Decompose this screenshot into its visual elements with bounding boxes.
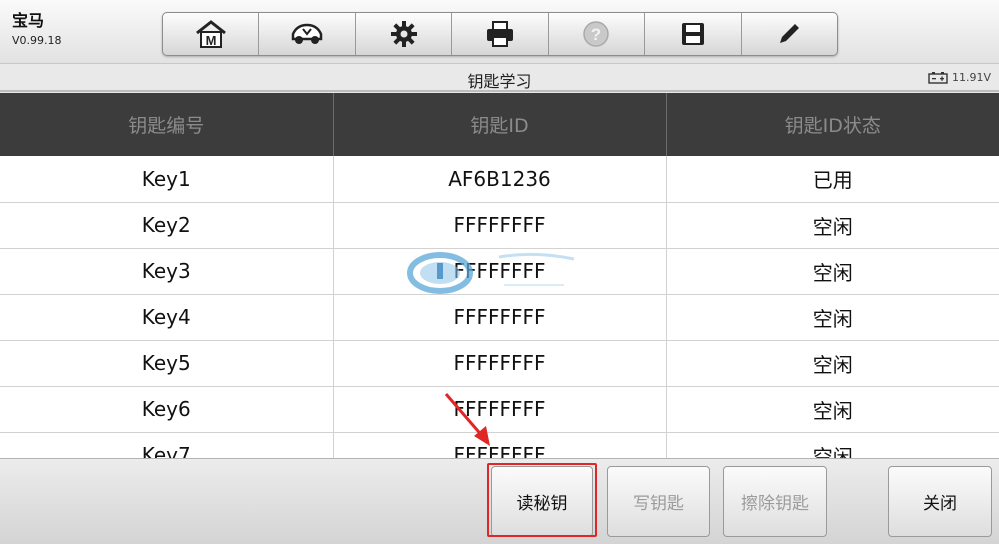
key-number-cell: Key7 — [0, 432, 334, 458]
bottom-action-bar: 读秘钥 写钥匙 擦除钥匙 关闭 — [0, 458, 999, 544]
battery-status: 11.91V — [928, 71, 991, 84]
key-status-cell: 空闲 — [666, 386, 999, 433]
svg-text:M: M — [205, 33, 216, 48]
top-bar: 宝马 V0.99.18 M ? — [0, 0, 999, 64]
key-status-cell: 空闲 — [666, 202, 999, 249]
print-button[interactable] — [452, 13, 549, 55]
help-button[interactable]: ? — [549, 13, 646, 55]
table-row[interactable]: Key4 FFFFFFFF 空闲 — [0, 294, 999, 341]
title-bar: 钥匙学习 11.91V — [0, 64, 999, 92]
car-icon — [291, 23, 323, 44]
key-id-cell: FFFFFFFF — [333, 202, 667, 249]
save-button[interactable] — [645, 13, 742, 55]
key-id-cell: FFFFFFFF — [333, 248, 667, 295]
key-status-cell: 空闲 — [666, 294, 999, 341]
read-key-button[interactable]: 读秘钥 — [491, 466, 593, 537]
key-number-cell: Key2 — [0, 202, 334, 249]
table-header-row: 钥匙编号 钥匙ID 钥匙ID状态 — [0, 93, 999, 156]
key-id-cell: AF6B1236 — [333, 156, 667, 203]
annotation-arrow-icon — [444, 393, 490, 446]
close-button[interactable]: 关闭 — [888, 466, 992, 537]
header-key-status: 钥匙ID状态 — [666, 93, 999, 156]
page-title: 钥匙学习 — [467, 72, 532, 91]
header-key-id: 钥匙ID — [333, 93, 667, 156]
home-button[interactable]: M — [163, 13, 260, 55]
battery-icon — [928, 71, 948, 84]
key-number-cell: Key1 — [0, 156, 334, 203]
key-status-cell: 空闲 — [666, 340, 999, 387]
write-key-button[interactable]: 写钥匙 — [607, 466, 710, 537]
table-row[interactable]: Key5 FFFFFFFF 空闲 — [0, 340, 999, 387]
key-id-cell: FFFFFFFF — [333, 294, 667, 341]
table-row[interactable]: Key2 FFFFFFFF 空闲 — [0, 202, 999, 249]
header-key-number: 钥匙编号 — [0, 93, 334, 156]
settings-button[interactable] — [356, 13, 453, 55]
help-icon: ? — [583, 21, 610, 47]
pen-icon — [780, 24, 800, 43]
key-id-cell: FFFFFFFF — [333, 340, 667, 387]
table-row[interactable]: Key3 FFFFFFFF 空闲 — [0, 248, 999, 295]
software-version: V0.99.18 — [12, 34, 62, 47]
key-number-cell: Key3 — [0, 248, 334, 295]
key-number-cell: Key5 — [0, 340, 334, 387]
svg-text:?: ? — [591, 25, 601, 44]
key-number-cell: Key4 — [0, 294, 334, 341]
save-icon — [681, 23, 704, 45]
erase-key-button[interactable]: 擦除钥匙 — [723, 466, 827, 537]
key-status-cell: 空闲 — [666, 432, 999, 458]
key-status-cell: 空闲 — [666, 248, 999, 295]
toolbar: M ? — [162, 12, 838, 56]
home-icon: M — [195, 20, 226, 48]
vehicle-button[interactable] — [259, 13, 356, 55]
table-row[interactable]: Key1 AF6B1236 已用 — [0, 156, 999, 203]
gear-icon — [390, 21, 417, 47]
vehicle-make: 宝马 — [12, 11, 45, 30]
battery-voltage: 11.91V — [951, 71, 991, 84]
edit-button[interactable] — [742, 13, 837, 55]
key-number-cell: Key6 — [0, 386, 334, 433]
printer-icon — [486, 21, 513, 47]
key-status-cell: 已用 — [666, 156, 999, 203]
vehicle-info: 宝马 V0.99.18 — [12, 11, 62, 48]
